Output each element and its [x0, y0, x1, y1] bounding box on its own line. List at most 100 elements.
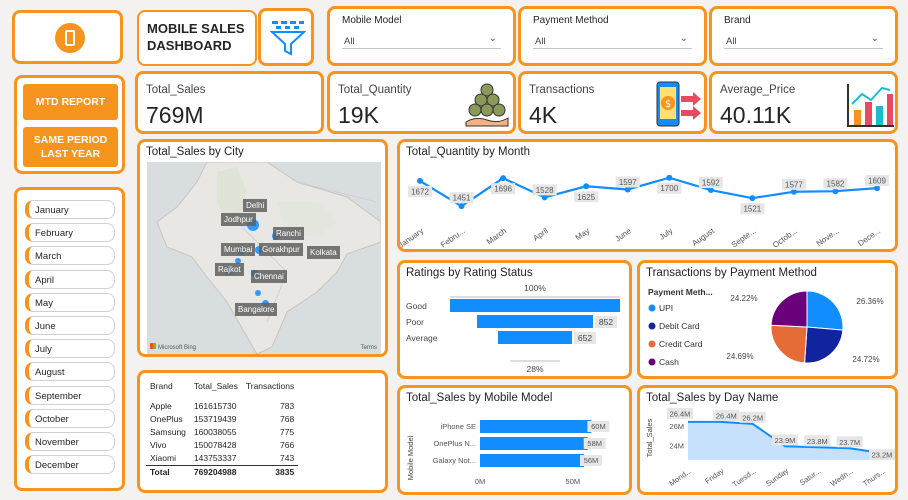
data-label: 26.36%: [856, 297, 883, 306]
city-label: Gorakhpur: [259, 243, 303, 256]
table-row[interactable]: Vivo 150078428 766: [146, 439, 298, 452]
month-item[interactable]: June: [25, 316, 115, 335]
x-tick-label: July: [658, 226, 675, 242]
slicer-payment-method[interactable]: Payment Method All ⌄: [518, 6, 707, 66]
table-cell: 153719439: [193, 414, 237, 424]
svg-text:$: $: [665, 99, 671, 110]
month-item[interactable]: October: [25, 408, 115, 428]
month-item[interactable]: May: [25, 292, 115, 312]
table-cell: 783: [280, 401, 295, 411]
x-tick-label: Septe...: [730, 226, 758, 249]
slicer-label: Mobile Model: [342, 15, 402, 26]
same-period-last-year-button[interactable]: SAME PERIOD LAST YEAR: [23, 127, 118, 167]
data-label: 56M: [584, 456, 599, 465]
data-label: 24.22%: [730, 294, 757, 303]
table-row[interactable]: Xiaomi 143753337 743: [146, 452, 298, 466]
table-cell: Total: [146, 464, 190, 479]
month-item[interactable]: January: [25, 200, 115, 219]
category-label: iPhone SE: [441, 422, 476, 431]
column-header[interactable]: Transactions: [242, 379, 298, 400]
slicer-value: All: [344, 36, 355, 47]
area-chart-svg: Total_Sales 26M 24M 26.4M Mond... 26.4M Friday…: [645, 407, 895, 489]
legend-item: Cash: [659, 357, 679, 367]
table-cell: 160038055: [193, 427, 237, 437]
city-bubble[interactable]: [255, 290, 261, 296]
legend-item: Debit Card: [659, 321, 700, 331]
month-item[interactable]: April: [25, 269, 115, 289]
kpi-label: Average_Price: [720, 84, 796, 96]
kpi-value: 19K: [338, 102, 379, 128]
slicer-label: Brand: [724, 15, 751, 26]
data-label: 23.2M: [872, 451, 893, 460]
kpi-total-quantity: Total_Quantity 19K: [327, 71, 516, 134]
column-header[interactable]: Total_Sales: [190, 379, 242, 400]
x-tick-label: January: [400, 226, 425, 249]
map-terms-link[interactable]: Terms: [361, 345, 377, 351]
table-cell: 143753337: [193, 453, 237, 463]
month-item[interactable]: September: [25, 385, 115, 405]
legend-item: Credit Card: [659, 339, 703, 349]
slicer-mobile-model[interactable]: Mobile Model All ⌄: [327, 6, 516, 66]
table-cell: OnePlus: [150, 414, 183, 424]
column-header[interactable]: Brand: [146, 379, 190, 400]
month-item[interactable]: July: [25, 339, 115, 359]
x-tick-label: 0M: [475, 477, 485, 486]
mobile-model-dropdown[interactable]: All ⌄: [342, 31, 501, 49]
data-label: 24.72%: [852, 355, 879, 364]
x-tick-label: Satur...: [798, 466, 823, 487]
phone-icon: [55, 23, 85, 53]
quantity-by-month-chart: Total_Quantity by Month 1672 January 1451 F…: [397, 139, 898, 252]
data-label: 1696: [494, 185, 512, 194]
bar: [480, 437, 588, 450]
chevron-down-icon: ⌄: [488, 33, 497, 44]
month-item[interactable]: December: [25, 455, 115, 475]
table-cell: 766: [280, 440, 295, 450]
data-label: 1609: [868, 177, 886, 186]
map-credit: Microsoft Bing: [150, 343, 196, 351]
data-label: 1700: [660, 184, 678, 193]
data-label: 1597: [619, 178, 637, 187]
data-point: [500, 175, 507, 182]
chevron-down-icon: ⌄: [870, 33, 879, 44]
month-item[interactable]: November: [25, 432, 115, 451]
table-row[interactable]: Apple 161615730 783: [146, 400, 298, 413]
month-item[interactable]: March: [25, 246, 115, 266]
x-tick-label: 50M: [566, 477, 581, 486]
funnel-bar: [450, 299, 620, 312]
city-label: Ranchi: [273, 227, 304, 240]
brand-table: Brand Total_Sales Transactions Apple 1616…: [137, 370, 388, 493]
kpi-label: Total_Quantity: [338, 84, 412, 96]
series-line: [419, 176, 878, 208]
logo-card: [12, 10, 123, 64]
ratings-svg: 100% 28% Good Poor 852 Average 652: [406, 283, 620, 374]
slicer-brand[interactable]: Brand All ⌄: [709, 6, 898, 66]
table-row[interactable]: OnePlus 153719439 768: [146, 413, 298, 426]
x-tick-label: Mond...: [667, 466, 693, 488]
mobile-payment-icon: $: [656, 81, 701, 127]
pie-slice: [806, 290, 844, 331]
month-item[interactable]: August: [25, 362, 115, 382]
brand-dropdown[interactable]: All ⌄: [724, 31, 883, 49]
map-land: [156, 162, 381, 354]
category-label: OnePlus N...: [433, 439, 476, 448]
table-row[interactable]: Samsung 160038055 775: [146, 426, 298, 439]
y-axis-title: Mobile Model: [406, 435, 415, 480]
map-canvas[interactable]: Delhi Jodhpur Ranchi Mumbai Gorakhpur Ko…: [147, 162, 381, 354]
x-tick-label: Wedn...: [829, 466, 855, 488]
mtd-report-button[interactable]: MTD REPORT: [23, 84, 118, 120]
x-tick-label: Tuesd...: [731, 466, 758, 489]
payment-method-dropdown[interactable]: All ⌄: [533, 31, 692, 49]
table-cell: 775: [280, 427, 295, 437]
kpi-value: 4K: [529, 102, 558, 128]
data-label: 1582: [827, 180, 845, 189]
data-label: 1521: [743, 205, 761, 214]
y-tick-label: 26M: [669, 422, 684, 431]
kpi-label: Total_Sales: [146, 84, 206, 96]
month-item[interactable]: February: [25, 223, 115, 243]
kpi-value: 769M: [146, 102, 204, 128]
line-chart-svg: 1672 January 1451 Febru... 1696 March 1528 Apri…: [400, 174, 889, 249]
brand-table-grid: Brand Total_Sales Transactions Apple 1616…: [146, 379, 299, 479]
chevron-down-icon: ⌄: [679, 33, 688, 44]
x-tick-label: Febru...: [439, 226, 467, 249]
dashboard-title-card: MOBILE SALES DASHBOARD: [137, 10, 257, 66]
